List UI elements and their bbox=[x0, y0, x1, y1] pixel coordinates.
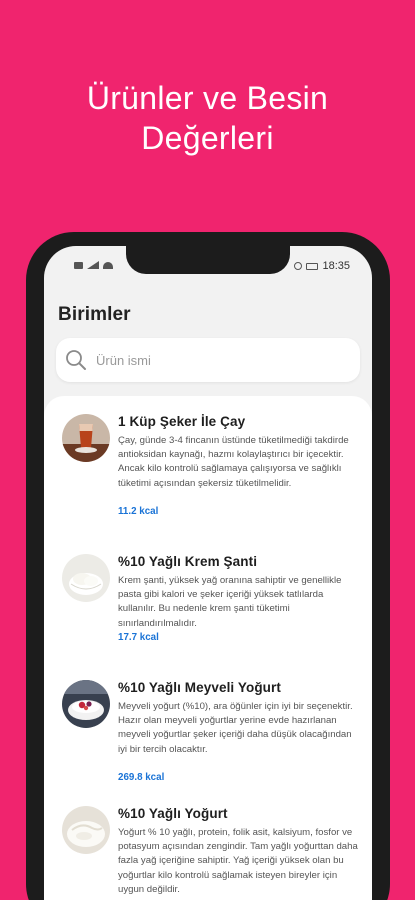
item-description: Yoğurt % 10 yağlı, protein, folik asit, … bbox=[118, 827, 358, 895]
item-name: 1 Küp Şeker İle Çay bbox=[118, 414, 246, 429]
whipped-cream-photo-icon bbox=[62, 554, 110, 602]
item-kcal: 269.8 kcal bbox=[118, 772, 165, 783]
yogurt-photo-icon bbox=[62, 806, 110, 854]
item-name: %10 Yağlı Meyveli Yoğurt bbox=[118, 680, 281, 695]
status-right: 18:35 bbox=[294, 260, 350, 272]
alarm-icon bbox=[294, 262, 303, 270]
product-list: 1 Küp Şeker İle Çay Çay, günde 3-4 finca… bbox=[44, 396, 372, 900]
promo-title-line-2: Değerleri bbox=[141, 120, 274, 156]
list-item[interactable]: %10 Yağlı Yoğurt Yoğurt % 10 yağlı, prot… bbox=[44, 798, 372, 900]
list-item[interactable]: %10 Yağlı Krem Şanti Krem şanti, yüksek … bbox=[44, 546, 372, 656]
search-icon bbox=[66, 350, 86, 370]
search-input[interactable] bbox=[96, 350, 346, 370]
list-item[interactable]: %10 Yağlı Meyveli Yoğurt Meyveli yoğurt … bbox=[44, 672, 372, 792]
wifi-icon bbox=[103, 261, 113, 269]
fruit-yogurt-photo-icon bbox=[62, 680, 110, 728]
item-name: %10 Yağlı Yoğurt bbox=[118, 806, 228, 821]
item-name: %10 Yağlı Krem Şanti bbox=[118, 554, 258, 569]
item-kcal: 11.2 kcal bbox=[118, 506, 159, 517]
phone-notch bbox=[126, 246, 290, 274]
status-left bbox=[74, 261, 113, 269]
item-kcal: 17.7 kcal bbox=[118, 632, 159, 643]
item-description: Meyveli yoğurt (%10), ara öğünler için i… bbox=[118, 701, 353, 755]
search-bar[interactable] bbox=[56, 338, 360, 382]
tea-glass-photo-icon bbox=[62, 414, 110, 462]
item-description: Çay, günde 3-4 fincanın üstünde tüketilm… bbox=[118, 435, 349, 489]
item-description: Krem şanti, yüksek yağ oranına sahiptir … bbox=[118, 575, 342, 629]
battery-icon bbox=[306, 262, 319, 270]
promo-title: Ürünler ve Besin Değerleri bbox=[0, 78, 415, 158]
signal-icon bbox=[87, 261, 99, 269]
list-item[interactable]: 1 Küp Şeker İle Çay Çay, günde 3-4 finca… bbox=[44, 406, 372, 526]
promo-title-line-1: Ürünler ve Besin bbox=[86, 80, 329, 116]
sim-icon bbox=[74, 261, 83, 269]
page-title: Birimler bbox=[58, 304, 131, 325]
status-time: 18:35 bbox=[322, 260, 350, 272]
app-screen: 18:35 Birimler 1 Küp Şeker İle Çay Çay, … bbox=[44, 246, 372, 900]
